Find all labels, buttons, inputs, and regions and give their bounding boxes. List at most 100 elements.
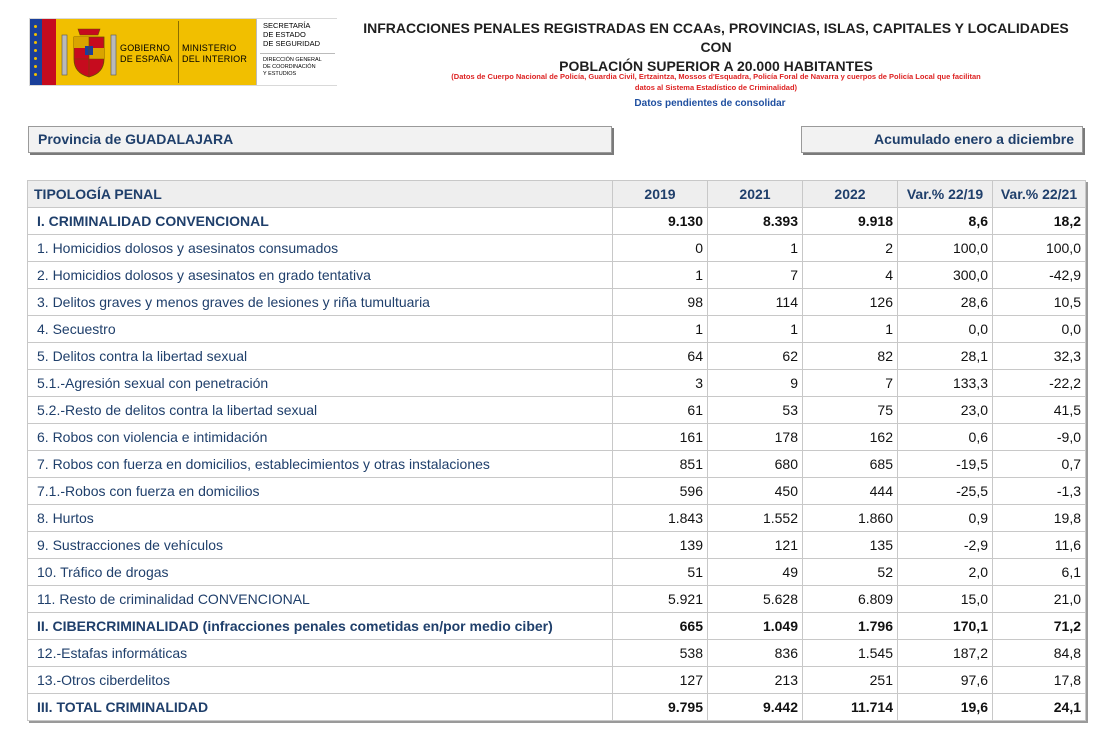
table-row: 12.-Estafas informáticas 538 836 1.545 187,2…	[27, 639, 1086, 667]
row-label: 5. Delitos contra la libertad sexual	[27, 342, 613, 370]
row-value: 21,0	[992, 585, 1086, 613]
table-row: 5.2.-Resto de delitos contra la libertad…	[27, 396, 1086, 424]
row-value: 139	[612, 531, 708, 559]
eu-flag-stripe	[30, 19, 42, 85]
row-value: 114	[707, 288, 803, 316]
row-value: 11,6	[992, 531, 1086, 559]
page-title: INFRACCIONES PENALES REGISTRADAS EN CCAA…	[363, 20, 1069, 74]
data-sources-note: (Datos de Cuerpo Nacional de Policía, Gu…	[451, 72, 981, 92]
table-row: 10. Tráfico de drogas 51 49 52 2,0 6,1	[27, 558, 1086, 586]
row-value: 836	[707, 639, 803, 667]
table-row: 2. Homicidios dolosos y asesinatos en gr…	[27, 261, 1086, 289]
row-value: 0,0	[992, 315, 1086, 343]
table-row: 9. Sustracciones de vehículos 139 121 135 -2…	[27, 531, 1086, 559]
row-value: 1.049	[707, 612, 803, 640]
row-label: I. CRIMINALIDAD CONVENCIONAL	[27, 207, 613, 235]
row-value: 41,5	[992, 396, 1086, 424]
column-header: Var.% 22/21	[992, 180, 1086, 208]
row-value: 5.628	[707, 585, 803, 613]
row-value: 178	[707, 423, 803, 451]
row-value: 98	[612, 288, 708, 316]
row-label: 13.-Otros ciberdelitos	[27, 666, 613, 694]
row-value: 28,1	[897, 342, 993, 370]
row-label: III. TOTAL CRIMINALIDAD	[27, 693, 613, 721]
row-label: 2. Homicidios dolosos y asesinatos en gr…	[27, 261, 613, 289]
row-label: 1. Homicidios dolosos y asesinatos consu…	[27, 234, 613, 262]
secretaria-label: SECRETARÍA DE ESTADO DE SEGURIDAD	[263, 21, 321, 48]
row-value: 97,6	[897, 666, 993, 694]
row-value: 7	[802, 369, 898, 397]
row-value: 133,3	[897, 369, 993, 397]
pending-data-note: Datos pendientes de consolidar	[634, 98, 786, 109]
row-value: 2	[802, 234, 898, 262]
row-value: 1.796	[802, 612, 898, 640]
row-value: 162	[802, 423, 898, 451]
row-value: 9.442	[707, 693, 803, 721]
row-label: 11. Resto de criminalidad CONVENCIONAL	[27, 585, 613, 613]
column-header: 2019	[612, 180, 708, 208]
table-row: 8. Hurtos 1.843 1.552 1.860 0,9 19,8	[27, 504, 1086, 532]
row-value: 17,8	[992, 666, 1086, 694]
row-value: 187,2	[897, 639, 993, 667]
row-value: 680	[707, 450, 803, 478]
row-value: 685	[802, 450, 898, 478]
row-value: 28,6	[897, 288, 993, 316]
direccion-label: DIRECCIÓN GENERAL DE COORDINACIÓN Y ESTU…	[263, 57, 322, 77]
row-value: -25,5	[897, 477, 993, 505]
ministerio-label: MINISTERIO DEL INTERIOR	[182, 43, 248, 64]
row-value: 126	[802, 288, 898, 316]
row-value: 213	[707, 666, 803, 694]
row-value: 251	[802, 666, 898, 694]
row-value: 1.860	[802, 504, 898, 532]
row-value: 596	[612, 477, 708, 505]
row-label: 5.2.-Resto de delitos contra la libertad…	[27, 396, 613, 424]
table-row: 6. Robos con violencia e intimidación 161…	[27, 423, 1086, 451]
row-value: 135	[802, 531, 898, 559]
row-value: 64	[612, 342, 708, 370]
row-value: 1.552	[707, 504, 803, 532]
row-label: 10. Tráfico de drogas	[27, 558, 613, 586]
row-value: -22,2	[992, 369, 1086, 397]
row-value: 8.393	[707, 207, 803, 235]
row-value: 11.714	[802, 693, 898, 721]
column-header: 2022	[802, 180, 898, 208]
column-header: 2021	[707, 180, 803, 208]
row-value: 1	[612, 261, 708, 289]
row-label: 8. Hurtos	[27, 504, 613, 532]
row-value: 1.545	[802, 639, 898, 667]
table-row: II. CIBERCRIMINALIDAD (infracciones pena…	[27, 612, 1086, 640]
row-value: 24,1	[992, 693, 1086, 721]
row-value: 61	[612, 396, 708, 424]
row-value: 7	[707, 261, 803, 289]
period-label: Acumulado enero a diciembre	[801, 126, 1083, 153]
table-row: 5. Delitos contra la libertad sexual 64 62…	[27, 342, 1086, 370]
row-label: 3. Delitos graves y menos graves de lesi…	[27, 288, 613, 316]
column-header: Var.% 22/19	[897, 180, 993, 208]
row-label: 5.1.-Agresión sexual con penetración	[27, 369, 613, 397]
secretaria-panel: SECRETARÍA DE ESTADO DE SEGURIDAD DIRECC…	[256, 19, 338, 85]
row-value: 19,8	[992, 504, 1086, 532]
row-label: 9. Sustracciones de vehículos	[27, 531, 613, 559]
table-row: 4. Secuestro 1 1 1 0,0 0,0	[27, 315, 1086, 343]
table-header-row: TIPOLOGÍA PENAL 2019 2021 2022 Var.% 22/…	[27, 180, 1086, 208]
row-value: 1	[612, 315, 708, 343]
row-value: 53	[707, 396, 803, 424]
government-logo: GOBIERNO DE ESPAÑA MINISTERIO DEL INTERI…	[29, 18, 338, 86]
row-value: 665	[612, 612, 708, 640]
row-label: 6. Robos con violencia e intimidación	[27, 423, 613, 451]
row-value: 0	[612, 234, 708, 262]
row-value: 52	[802, 558, 898, 586]
row-value: -19,5	[897, 450, 993, 478]
row-value: 444	[802, 477, 898, 505]
row-value: 10,5	[992, 288, 1086, 316]
row-value: 300,0	[897, 261, 993, 289]
row-value: 0,7	[992, 450, 1086, 478]
row-label: 7. Robos con fuerza en domicilios, estab…	[27, 450, 613, 478]
row-value: 18,2	[992, 207, 1086, 235]
row-value: 9.130	[612, 207, 708, 235]
row-value: 127	[612, 666, 708, 694]
row-value: 71,2	[992, 612, 1086, 640]
province-label: Provincia de GUADALAJARA	[28, 126, 612, 153]
row-value: 0,0	[897, 315, 993, 343]
spain-flag-stripe	[42, 19, 56, 85]
